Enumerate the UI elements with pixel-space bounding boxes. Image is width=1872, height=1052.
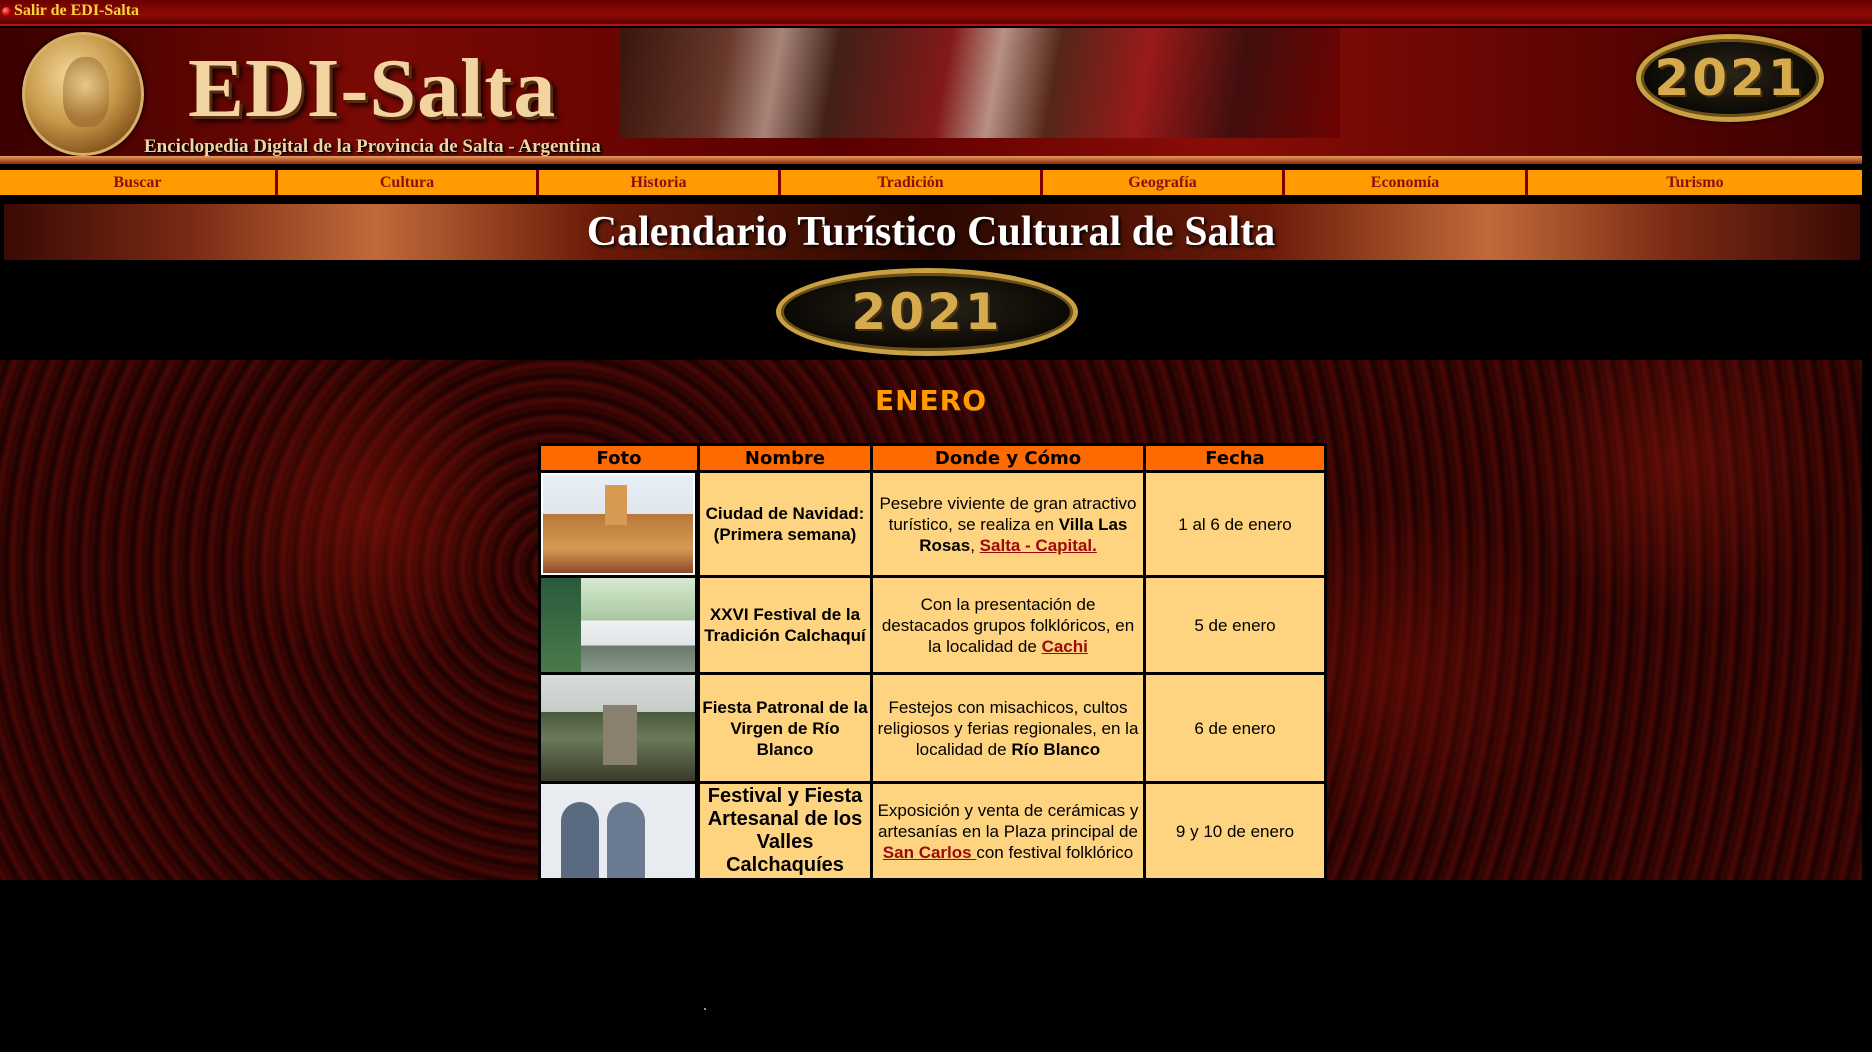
nav-historia[interactable]: Historia	[539, 170, 781, 195]
column-header-foto: Foto	[541, 446, 697, 470]
nav-cultura[interactable]: Cultura	[278, 170, 539, 195]
church-photo-image	[541, 473, 695, 575]
location-link-cachi[interactable]: Cachi	[1042, 637, 1088, 656]
top-bar: Salir de EDI-Salta	[0, 0, 1872, 26]
banner-stripe	[0, 156, 1862, 164]
event-name: Fiesta Patronal de la Virgen de Río Blan…	[700, 675, 870, 781]
photo-cell	[541, 473, 697, 575]
description-text: con festival folklórico	[976, 842, 1134, 862]
description-text: Con la presentación de destacados grupos…	[881, 594, 1135, 656]
column-header-fecha: Fecha	[1146, 446, 1324, 470]
exit-link[interactable]: Salir de EDI-Salta	[2, 2, 139, 20]
footer-dot	[704, 1008, 706, 1010]
event-date: 1 al 6 de enero	[1146, 473, 1324, 575]
event-description: Con la presentación de destacados grupos…	[873, 578, 1143, 672]
viewport-bottom-area	[0, 880, 1872, 1052]
calendar-table: Foto Nombre Donde y Cómo Fecha Ciudad de…	[538, 443, 1327, 881]
description-text: ,	[970, 535, 980, 555]
location-link-salta-capital[interactable]: Salta - Capital.	[980, 536, 1097, 555]
table-row: XXVI Festival de la Tradición Calchaquí …	[541, 578, 1324, 672]
location-link-san-carlos[interactable]: San Carlos	[883, 843, 977, 862]
event-date: 5 de enero	[1146, 578, 1324, 672]
photo-cell	[541, 675, 697, 781]
nav-geografia[interactable]: Geografía	[1043, 170, 1285, 195]
event-name: Festival y Fiesta Artesanal de los Valle…	[700, 784, 870, 878]
banner-illustration	[620, 28, 1340, 138]
red-dot-icon	[2, 6, 11, 16]
event-description: Exposición y venta de cerámicas y artesa…	[873, 784, 1143, 878]
event-name: Ciudad de Navidad: (Primera semana)	[700, 473, 870, 575]
cachi-church-photo-image	[541, 578, 695, 672]
nav-turismo[interactable]: Turismo	[1528, 170, 1862, 195]
medal-logo-icon	[22, 32, 144, 156]
event-description: Pesebre viviente de gran atractivo turís…	[873, 473, 1143, 575]
description-text: Exposición y venta de cerámicas y artesa…	[877, 800, 1139, 841]
event-name: XXVI Festival de la Tradición Calchaquí	[700, 578, 870, 672]
description-bold: Río Blanco	[1011, 739, 1101, 759]
main-nav: Buscar Cultura Historia Tradición Geogra…	[0, 170, 1862, 195]
rio-blanco-church-photo-image	[541, 675, 695, 781]
arches-photo-image	[541, 784, 695, 878]
nav-economia[interactable]: Economía	[1285, 170, 1528, 195]
year-badge-header: 2021	[1636, 34, 1824, 122]
site-logo-title: EDI-Salta	[188, 42, 557, 135]
header-banner: EDI-Salta Enciclopedia Digital de la Pro…	[0, 28, 1862, 164]
nav-tradicion[interactable]: Tradición	[781, 170, 1043, 195]
year-badge-main: 2021	[776, 268, 1078, 356]
table-row: Fiesta Patronal de la Virgen de Río Blan…	[541, 675, 1324, 781]
column-header-nombre: Nombre	[700, 446, 870, 470]
page-title: Calendario Turístico Cultural de Salta	[586, 209, 1276, 255]
exit-label: Salir de EDI-Salta	[14, 2, 140, 19]
column-header-donde: Donde y Cómo	[873, 446, 1143, 470]
medal-portrait	[63, 57, 109, 127]
event-description: Festejos con misachicos, cultos religios…	[873, 675, 1143, 781]
event-date: 9 y 10 de enero	[1146, 784, 1324, 878]
table-row: Festival y Fiesta Artesanal de los Valle…	[541, 784, 1324, 878]
nav-buscar[interactable]: Buscar	[0, 170, 278, 195]
table-row: Ciudad de Navidad: (Primera semana) Pese…	[541, 473, 1324, 575]
month-heading: ENERO	[874, 384, 988, 417]
photo-cell	[541, 578, 697, 672]
site-logo-subtitle: Enciclopedia Digital de la Provincia de …	[144, 136, 601, 157]
photo-cell	[541, 784, 697, 878]
event-date: 6 de enero	[1146, 675, 1324, 781]
